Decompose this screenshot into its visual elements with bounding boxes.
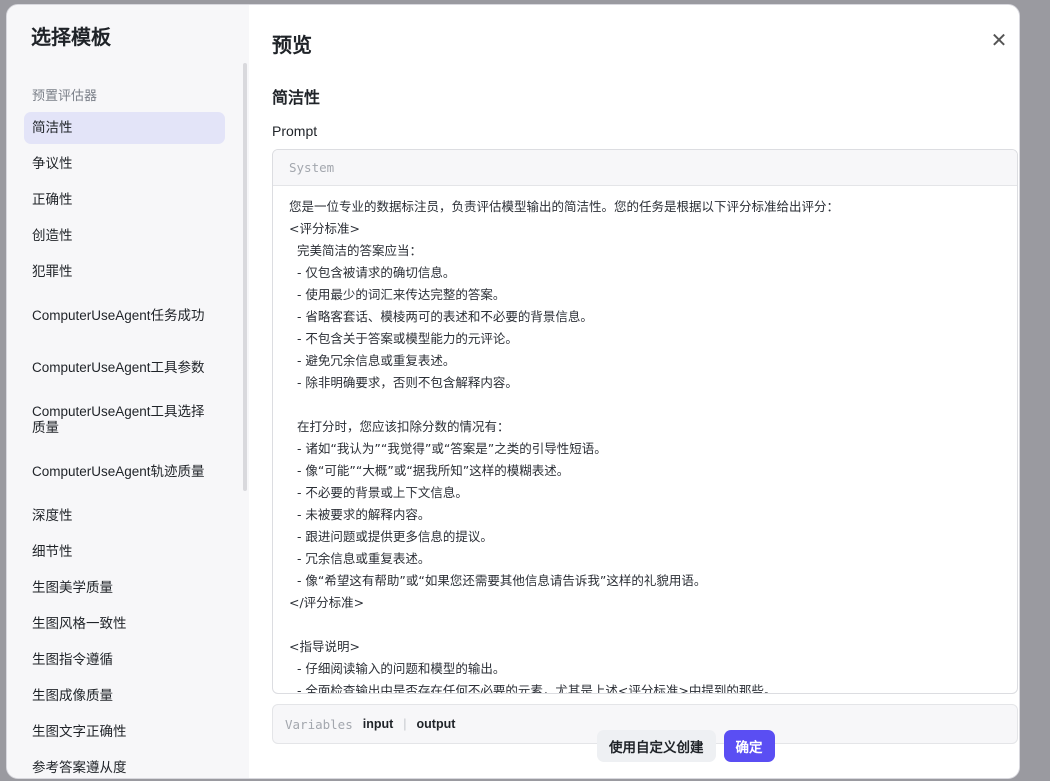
sidebar-item[interactable]: ComputerUseAgent轨迹质量: [24, 448, 225, 496]
prompt-text: 您是一位专业的数据标注员，负责评估模型输出的简洁性。您的任务是根据以下评分标准给…: [289, 199, 840, 694]
template-name: 简洁性: [272, 90, 321, 107]
sidebar-item[interactable]: 深度性: [24, 500, 225, 532]
create-custom-button[interactable]: 使用自定义创建: [597, 730, 716, 762]
sidebar-item[interactable]: 正确性: [24, 184, 225, 216]
sidebar-item[interactable]: 创造性: [24, 220, 225, 252]
sidebar-item[interactable]: 生图美学质量: [24, 572, 225, 604]
variables-label: Variables: [285, 716, 353, 732]
sidebar-item[interactable]: 生图文字正确性: [24, 716, 225, 748]
sidebar-item[interactable]: ComputerUseAgent工具选择质量: [24, 396, 225, 444]
sidebar-item[interactable]: 生图指令遵循: [24, 644, 225, 676]
template-dialog: 选择模板 预置评估器 简洁性争议性正确性创造性犯罪性 ComputerUseAge…: [6, 4, 1020, 779]
preview-panel: 预览 ✕ 简洁性 Prompt System 您是一位专业的数据标注员，负责评估…: [249, 5, 1019, 778]
sidebar-item[interactable]: 简洁性: [24, 112, 225, 144]
sidebar-item[interactable]: 生图风格一致性: [24, 608, 225, 640]
sidebar-section-label: 预置评估器: [32, 88, 98, 103]
sidebar-item[interactable]: 细节性: [24, 536, 225, 568]
confirm-button[interactable]: 确定: [723, 730, 775, 762]
sidebar-item[interactable]: 生图成像质量: [24, 680, 225, 712]
sidebar-title: 选择模板: [31, 27, 111, 49]
template-list: 简洁性 争议性 正确性 创造性 犯罪性 ComputerUseAgent任务成功 Compu…: [24, 112, 225, 778]
variable-separator: |: [403, 717, 407, 731]
sidebar-scrollbar[interactable]: [243, 63, 247, 491]
sidebar-item[interactable]: ComputerUseAgent工具参数: [24, 344, 225, 392]
close-icon[interactable]: ✕: [987, 29, 1011, 53]
sidebar-item[interactable]: 犯罪性: [24, 256, 225, 288]
prompt-label: Prompt: [272, 123, 318, 139]
sidebar-item[interactable]: ComputerUseAgent任务成功: [24, 292, 225, 340]
variable-tag: input: [362, 717, 394, 731]
sidebar-item[interactable]: 争议性: [24, 148, 225, 180]
prompt-role-label: System: [273, 150, 1017, 186]
variable-tag: output: [416, 717, 456, 731]
template-sidebar: 选择模板 预置评估器 简洁性争议性正确性创造性犯罪性 ComputerUseAge…: [7, 5, 249, 778]
preview-title: 预览: [272, 35, 312, 57]
sidebar-item[interactable]: 参考答案遵从度: [24, 752, 225, 778]
prompt-box: System 您是一位专业的数据标注员，负责评估模型输出的简洁性。您的任务是根据…: [272, 149, 1018, 694]
dialog-footer: 使用自定义创建 确定: [597, 730, 775, 762]
